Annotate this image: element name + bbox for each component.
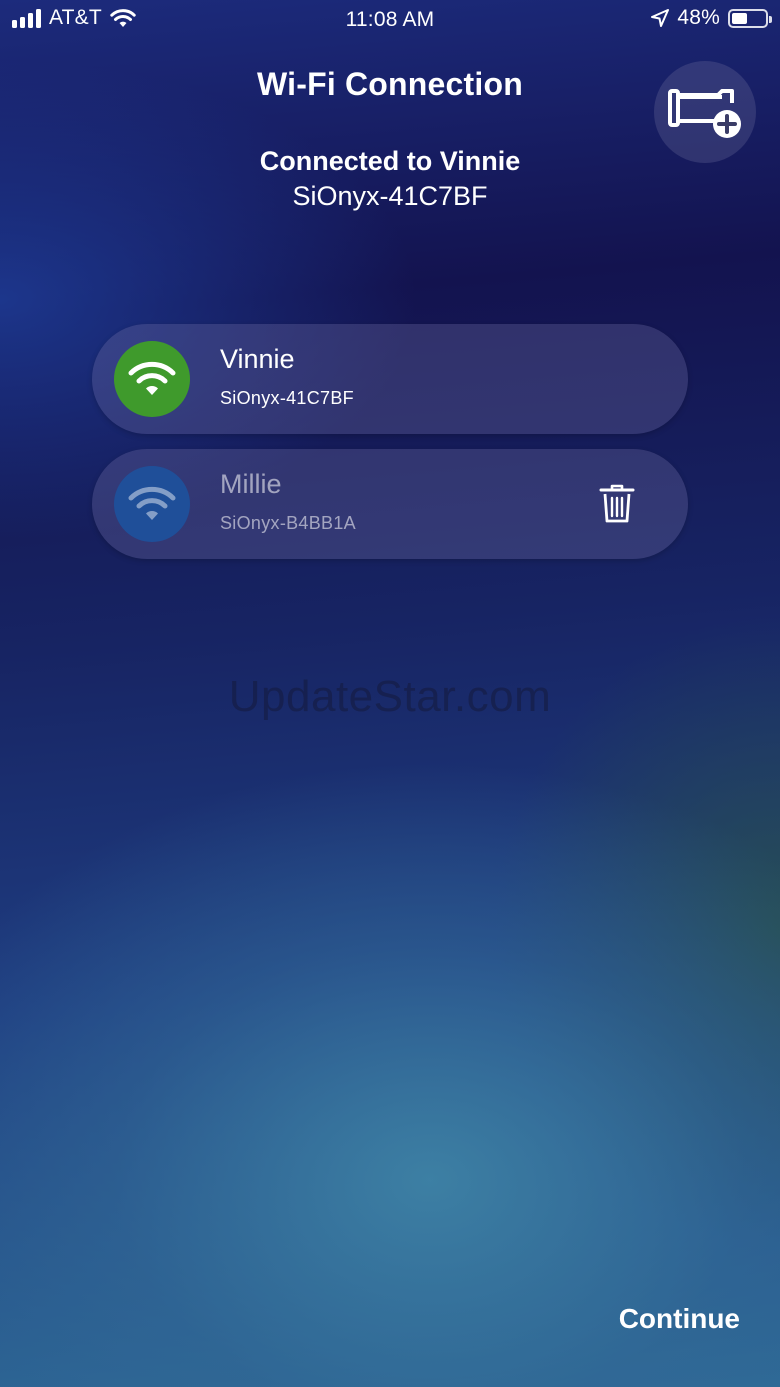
trash-icon bbox=[599, 484, 635, 523]
connected-ssid: SiOnyx-41C7BF bbox=[292, 181, 488, 211]
wifi-badge bbox=[114, 341, 190, 417]
network-name: Vinnie bbox=[220, 344, 295, 374]
status-bar: AT&T 11:08 AM 48% bbox=[0, 0, 780, 40]
add-camera-icon bbox=[668, 89, 741, 138]
network-name: Millie bbox=[220, 469, 282, 499]
status-right: 48% bbox=[651, 6, 772, 30]
network-item-vinnie[interactable]: Vinnie SiOnyx-41C7BF bbox=[92, 324, 688, 434]
connected-status-label: Connected to Vinnie bbox=[259, 146, 521, 176]
battery-fill bbox=[732, 12, 747, 24]
wifi-icon bbox=[128, 486, 176, 520]
wifi-icon bbox=[128, 361, 176, 395]
watermark-text: UpdateStar.com bbox=[228, 672, 552, 721]
network-item-millie[interactable]: Millie SiOnyx-B4BB1A bbox=[92, 449, 688, 559]
network-ssid: SiOnyx-B4BB1A bbox=[220, 513, 356, 533]
continue-button[interactable]: Continue bbox=[619, 1303, 740, 1335]
wifi-badge bbox=[114, 466, 190, 542]
battery-nub bbox=[769, 15, 772, 23]
delete-network-button[interactable] bbox=[594, 482, 640, 526]
location-arrow-icon bbox=[651, 9, 670, 27]
network-ssid: SiOnyx-41C7BF bbox=[220, 388, 354, 408]
battery-icon bbox=[728, 8, 772, 28]
battery-percent: 48% bbox=[677, 6, 720, 29]
